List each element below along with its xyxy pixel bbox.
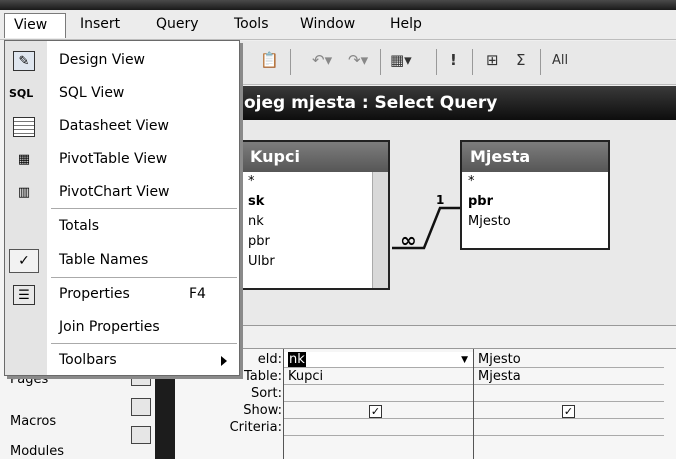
field-row[interactable]: sk xyxy=(242,192,388,212)
query-design-grid: eld: Table: Sort: Show: Criteria: nk ▼ K… xyxy=(175,349,676,459)
toolbar-separator xyxy=(380,49,381,75)
field-row[interactable]: Mjesto xyxy=(462,212,608,232)
redo-icon[interactable]: ↷▾ xyxy=(348,51,368,69)
grid-label-show: Show: xyxy=(243,403,282,418)
show-checkbox[interactable]: ✓ xyxy=(562,405,575,418)
menu-item-properties[interactable]: ☰ Properties F4 xyxy=(5,279,239,311)
table-scrollbar[interactable] xyxy=(372,172,388,288)
object-macros[interactable]: Macros xyxy=(10,414,56,429)
checkmark-icon: ✓ xyxy=(9,249,39,273)
properties-icon: ☰ xyxy=(13,285,35,305)
field-row[interactable]: pbr xyxy=(242,232,388,252)
menu-help[interactable]: Help xyxy=(390,16,422,32)
window-frame xyxy=(0,0,676,10)
grid-label-criteria: Criteria: xyxy=(229,420,282,435)
field-cell[interactable]: nk ▼ xyxy=(284,352,474,368)
table-cell[interactable]: Kupci xyxy=(284,369,474,385)
menu-item-label: SQL View xyxy=(59,85,125,101)
menu-window[interactable]: Window xyxy=(300,16,355,32)
menu-bar: View Insert Query Tools Window Help xyxy=(0,10,676,40)
toolbar-separator xyxy=(290,49,291,75)
join-many-label: ∞ xyxy=(400,228,417,252)
menu-item-label: PivotTable View xyxy=(59,151,168,167)
menu-item-toolbars[interactable]: Toolbars xyxy=(5,345,239,377)
field-cell[interactable]: Mjesto xyxy=(474,352,664,368)
menu-item-totals[interactable]: Totals xyxy=(5,211,239,243)
menu-insert[interactable]: Insert xyxy=(80,16,120,32)
show-cell[interactable]: ✓ xyxy=(474,403,664,419)
criteria-cell[interactable] xyxy=(474,420,664,436)
field-row[interactable]: nk xyxy=(242,212,388,232)
grid-column-2: Mjesto Mjesta ✓ xyxy=(473,349,664,459)
run-icon[interactable]: ! xyxy=(450,51,457,69)
object-modules[interactable]: Modules xyxy=(10,444,64,459)
pivotchart-icon: ▥ xyxy=(17,185,31,200)
menu-item-datasheet-view[interactable]: Datasheet View xyxy=(5,111,239,143)
datasheet-icon xyxy=(13,117,35,137)
sort-cell[interactable] xyxy=(284,386,474,402)
design-view-icon: ✎ xyxy=(13,51,35,71)
show-table-icon[interactable]: ⊞ xyxy=(486,51,499,69)
field-row[interactable]: Ulbr xyxy=(242,252,388,272)
menu-item-pivottable-view[interactable]: ▦ PivotTable View xyxy=(5,144,239,176)
table-mjesta-title[interactable]: Mjesta xyxy=(462,142,608,172)
menu-view[interactable]: View xyxy=(4,13,66,38)
menu-separator xyxy=(51,208,237,209)
table-cell[interactable]: Mjesta xyxy=(474,369,664,385)
menu-query[interactable]: Query xyxy=(156,16,199,32)
show-cell[interactable]: ✓ xyxy=(284,403,474,419)
query-type-icon[interactable]: ▦▾ xyxy=(390,51,412,69)
view-menu-dropdown: ✎ Design View SQL SQL View Datasheet Vie… xyxy=(4,40,240,376)
field-row[interactable]: * xyxy=(462,172,608,192)
sort-cell[interactable] xyxy=(474,386,664,402)
toolbar-separator xyxy=(436,49,437,75)
field-row[interactable]: * xyxy=(242,172,388,192)
menu-item-label: Totals xyxy=(59,218,99,234)
menu-item-shortcut: F4 xyxy=(189,286,206,302)
grid-column-1: nk ▼ Kupci ✓ xyxy=(283,349,474,459)
pane-splitter[interactable] xyxy=(175,325,676,349)
menu-separator xyxy=(51,277,237,278)
menu-item-label: Properties xyxy=(59,286,130,302)
top-values-box[interactable]: All xyxy=(552,53,568,68)
join-one-label: 1 xyxy=(436,193,445,207)
table-kupci[interactable]: Kupci * sk nk pbr Ulbr xyxy=(240,140,390,290)
menu-item-pivotchart-view[interactable]: ▥ PivotChart View xyxy=(5,177,239,209)
menu-item-label: Toolbars xyxy=(59,352,117,368)
toolbar: 📋 ↶▾ ↷▾ ▦▾ ! ⊞ Σ All xyxy=(240,41,676,85)
menu-item-sql-view[interactable]: SQL SQL View xyxy=(5,78,239,110)
menu-item-table-names[interactable]: ✓ Table Names xyxy=(5,245,239,277)
modules-icon xyxy=(131,426,151,444)
menu-item-label: Table Names xyxy=(59,252,149,268)
criteria-cell[interactable] xyxy=(284,420,474,436)
pivottable-icon: ▦ xyxy=(17,152,31,167)
paste-icon[interactable]: 📋 xyxy=(260,51,279,69)
totals-icon[interactable]: Σ xyxy=(516,51,525,69)
menu-item-design-view[interactable]: ✎ Design View xyxy=(5,45,239,77)
menu-item-label: PivotChart View xyxy=(59,184,170,200)
field-value: nk xyxy=(288,352,306,367)
menu-separator xyxy=(51,343,237,344)
query-window-title: ojeg mjesta : Select Query xyxy=(240,86,676,120)
toolbar-separator xyxy=(540,49,541,75)
menu-tools[interactable]: Tools xyxy=(234,16,269,32)
menu-item-join-properties[interactable]: Join Properties xyxy=(5,312,239,344)
menu-item-label: Join Properties xyxy=(59,319,160,335)
dropdown-arrow-icon[interactable]: ▼ xyxy=(461,352,468,368)
toolbar-separator xyxy=(472,49,473,75)
undo-icon[interactable]: ↶▾ xyxy=(312,51,332,69)
table-mjesta[interactable]: Mjesta * pbr Mjesto xyxy=(460,140,610,250)
menu-item-label: Design View xyxy=(59,52,146,68)
sql-icon: SQL xyxy=(9,87,34,100)
submenu-arrow-icon xyxy=(221,356,227,366)
show-checkbox[interactable]: ✓ xyxy=(369,405,382,418)
grid-label-sort: Sort: xyxy=(250,386,282,401)
menu-item-label: Datasheet View xyxy=(59,118,169,134)
field-row[interactable]: pbr xyxy=(462,192,608,212)
macros-icon xyxy=(131,398,151,416)
table-kupci-title[interactable]: Kupci xyxy=(242,142,388,172)
